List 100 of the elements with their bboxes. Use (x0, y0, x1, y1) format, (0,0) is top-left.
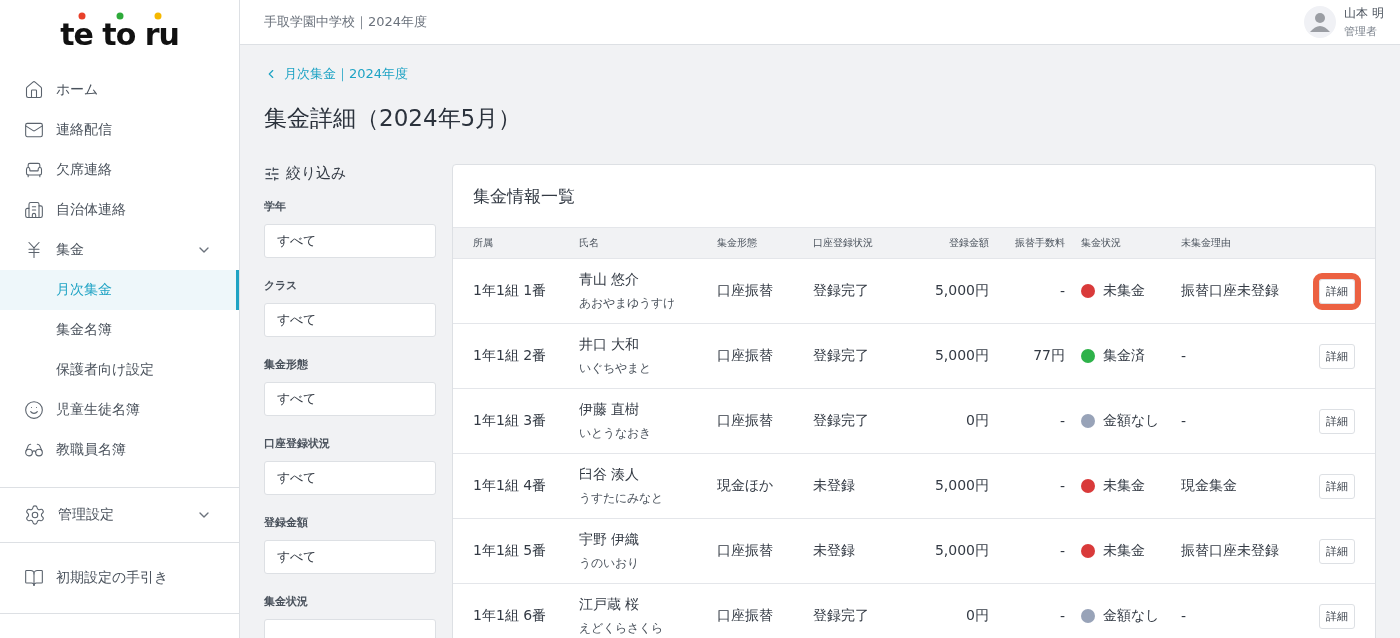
table-cell-text: 口座振替 (717, 347, 774, 365)
user-name: 山本 明 (1344, 5, 1384, 22)
sidebar-item[interactable]: ホーム (0, 70, 239, 110)
sidebar-item[interactable]: 児童生徒名簿 (0, 390, 239, 430)
settings-icon (24, 504, 46, 526)
face-icon (24, 400, 44, 420)
status-text: 金額なし (1103, 412, 1159, 430)
logo: te to ru (60, 20, 179, 50)
table-cell-text: 登録完了 (813, 347, 870, 365)
table-cell-text: - (1181, 348, 1188, 364)
status-text: 未集金 (1103, 542, 1145, 560)
sidebar-item[interactable]: 自治体連絡 (0, 190, 239, 230)
detail-button[interactable]: 詳細 (1319, 343, 1355, 369)
table-cell-text: 0円 (965, 412, 989, 430)
status-text: 未集金 (1103, 477, 1145, 495)
filter-select[interactable]: すべて (264, 540, 436, 574)
filter-title: 絞り込み (286, 164, 346, 183)
table-cell-text: 未登録 (813, 477, 856, 495)
table-cell-text: 5,000円 (933, 542, 989, 560)
student-name: 井口 大和 (579, 335, 641, 354)
student-kana: いぐちやまと (579, 359, 652, 377)
sidebar-item[interactable]: 集金 (0, 230, 239, 270)
detail-button[interactable]: 詳細 (1319, 603, 1355, 629)
table-cell-text: 現金ほか (717, 477, 774, 495)
table-cell-text: 振替口座未登録 (1181, 282, 1280, 300)
filter-label: 集金形態 (264, 357, 309, 372)
avatar-icon (1304, 6, 1337, 38)
status-text: 未集金 (1103, 282, 1145, 300)
column-header: 口座登録状況 (813, 236, 874, 250)
table-cell-text: - (1181, 413, 1188, 429)
status-text: 集金済 (1103, 347, 1145, 365)
student-kana: うすたにみなと (579, 489, 664, 507)
filter-label: 集金状況 (264, 594, 309, 609)
column-header: 未集金理由 (1181, 236, 1232, 250)
house-icon (24, 80, 44, 100)
table-cell-text: - (1058, 608, 1065, 624)
table-cell-text: 77円 (1032, 347, 1065, 365)
sidebar-subitem[interactable]: 保護者向け設定 (0, 350, 239, 390)
table-cell-text: 登録完了 (813, 282, 870, 300)
book-icon (24, 568, 44, 588)
table-cell-text: 1年1組 2番 (473, 347, 548, 365)
school-name: 手取学園中学校｜2024年度 (264, 13, 428, 31)
page-title: 集金詳細（2024年5月） (264, 104, 523, 133)
card-title: 集金情報一覧 (472, 185, 576, 208)
table-cell-text: 登録完了 (813, 607, 870, 625)
column-header: 所属 (473, 236, 494, 250)
student-kana: いとうなおき (579, 424, 652, 442)
table-cell-text: 振替口座未登録 (1181, 542, 1280, 560)
column-header: 振替手数料 (1014, 236, 1065, 250)
sidebar-item[interactable]: 欠席連絡 (0, 150, 239, 190)
user-role: 管理者 (1344, 24, 1379, 39)
sidebar-item[interactable]: 教職員名簿 (0, 430, 239, 470)
table-cell-text: 5,000円 (933, 282, 989, 300)
student-name: 青山 悠介 (579, 270, 641, 289)
student-kana: あおやまゆうすけ (579, 294, 676, 312)
filter-icon (264, 165, 280, 182)
column-header: 集金形態 (717, 236, 758, 250)
sidebar-item[interactable]: 管理設定 (0, 495, 239, 535)
table-cell-text: - (1058, 283, 1065, 299)
status-text: 金額なし (1103, 607, 1159, 625)
student-name: 宇野 伊織 (579, 530, 641, 549)
filter-select[interactable]: すべて (264, 303, 436, 337)
student-name: 臼谷 湊人 (579, 465, 641, 484)
sidebar-item[interactable]: 初期設定の手引き (0, 558, 239, 598)
table-cell-text: - (1181, 608, 1188, 624)
column-header: 集金状況 (1080, 236, 1122, 250)
filter-select[interactable]: すべて (264, 224, 436, 258)
filter-select[interactable]: すべて (264, 461, 436, 495)
detail-button[interactable]: 詳細 (1319, 473, 1355, 499)
table-cell-text: 現金集金 (1181, 477, 1238, 495)
table-cell-text: - (1058, 413, 1065, 429)
table-cell-text: 口座振替 (717, 412, 774, 430)
column-header: 登録金額 (948, 236, 989, 250)
table-cell-text: - (1058, 478, 1065, 494)
student-kana: うのいおり (579, 554, 640, 572)
envelope-icon (24, 120, 44, 140)
table-cell-text: 5,000円 (933, 347, 989, 365)
table-cell-text: 1年1組 5番 (473, 542, 548, 560)
table-cell-text: 登録完了 (813, 412, 870, 430)
table-cell-text: - (1058, 543, 1065, 559)
student-name: 伊藤 直樹 (579, 400, 641, 419)
student-kana: えどくらさくら (579, 619, 664, 637)
detail-button[interactable]: 詳細 (1319, 408, 1355, 434)
sidebar-item[interactable]: 連絡配信 (0, 110, 239, 150)
table-cell-text: 5,000円 (933, 477, 989, 495)
table-cell-text: 1年1組 1番 (473, 282, 548, 300)
filter-select[interactable]: すべて (264, 382, 436, 416)
filter-label: 登録金額 (264, 515, 309, 530)
filter-label: 口座登録状況 (264, 436, 331, 451)
table-cell-text: 未登録 (813, 542, 856, 560)
table-cell-text: 0円 (965, 607, 989, 625)
student-name: 江戸蔵 桜 (579, 595, 641, 614)
table-cell-text: 1年1組 6番 (473, 607, 548, 625)
detail-button[interactable]: 詳細 (1319, 538, 1355, 564)
building-icon (24, 200, 44, 220)
table-cell-text: 1年1組 4番 (473, 477, 548, 495)
table-cell-text: 口座振替 (717, 282, 774, 300)
chair-icon (24, 160, 44, 180)
sidebar-subitem[interactable]: 集金名簿 (0, 310, 239, 350)
table-cell-text: 口座振替 (717, 542, 774, 560)
